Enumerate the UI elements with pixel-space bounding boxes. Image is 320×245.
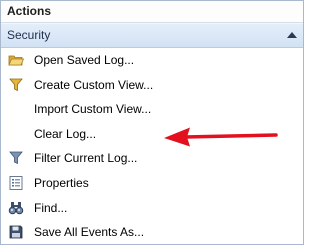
section-label: Security — [7, 28, 51, 42]
action-import-custom-view[interactable]: Import Custom View... — [1, 97, 303, 122]
annotation-arrow — [164, 127, 278, 147]
action-open-saved-log[interactable]: Open Saved Log... — [1, 48, 303, 73]
action-label: Save All Events As... — [34, 225, 145, 240]
action-label: Import Custom View... — [34, 102, 152, 117]
actions-list: Open Saved Log... Create Custom View... … — [1, 48, 303, 245]
action-label: Open Saved Log... — [34, 53, 135, 67]
action-label: Properties — [34, 175, 89, 190]
actions-title: Actions — [1, 1, 303, 23]
binoculars-icon — [8, 200, 24, 216]
action-create-custom-view[interactable]: Create Custom View... — [1, 73, 303, 98]
action-properties[interactable]: Properties — [1, 171, 303, 196]
action-save-all-events-as[interactable]: Save All Events As... — [1, 220, 303, 245]
action-label: Clear Log... — [34, 126, 97, 141]
action-label: Filter Current Log... — [34, 151, 138, 166]
properties-icon — [8, 175, 24, 191]
collapse-arrow-icon[interactable] — [287, 32, 297, 38]
folder-open-icon — [8, 52, 24, 68]
floppy-disk-icon — [8, 224, 24, 240]
action-label: Create Custom View... — [34, 77, 154, 92]
action-find[interactable]: Find... — [1, 196, 303, 221]
filter-funnel-icon — [8, 150, 24, 166]
action-filter-current-log[interactable]: Filter Current Log... — [1, 146, 303, 171]
section-header-security[interactable]: Security — [1, 23, 303, 48]
filter-funnel-icon — [8, 77, 24, 93]
actions-pane: Actions Security Open Saved Log... Creat… — [0, 0, 304, 245]
action-label: Find... — [34, 200, 68, 215]
